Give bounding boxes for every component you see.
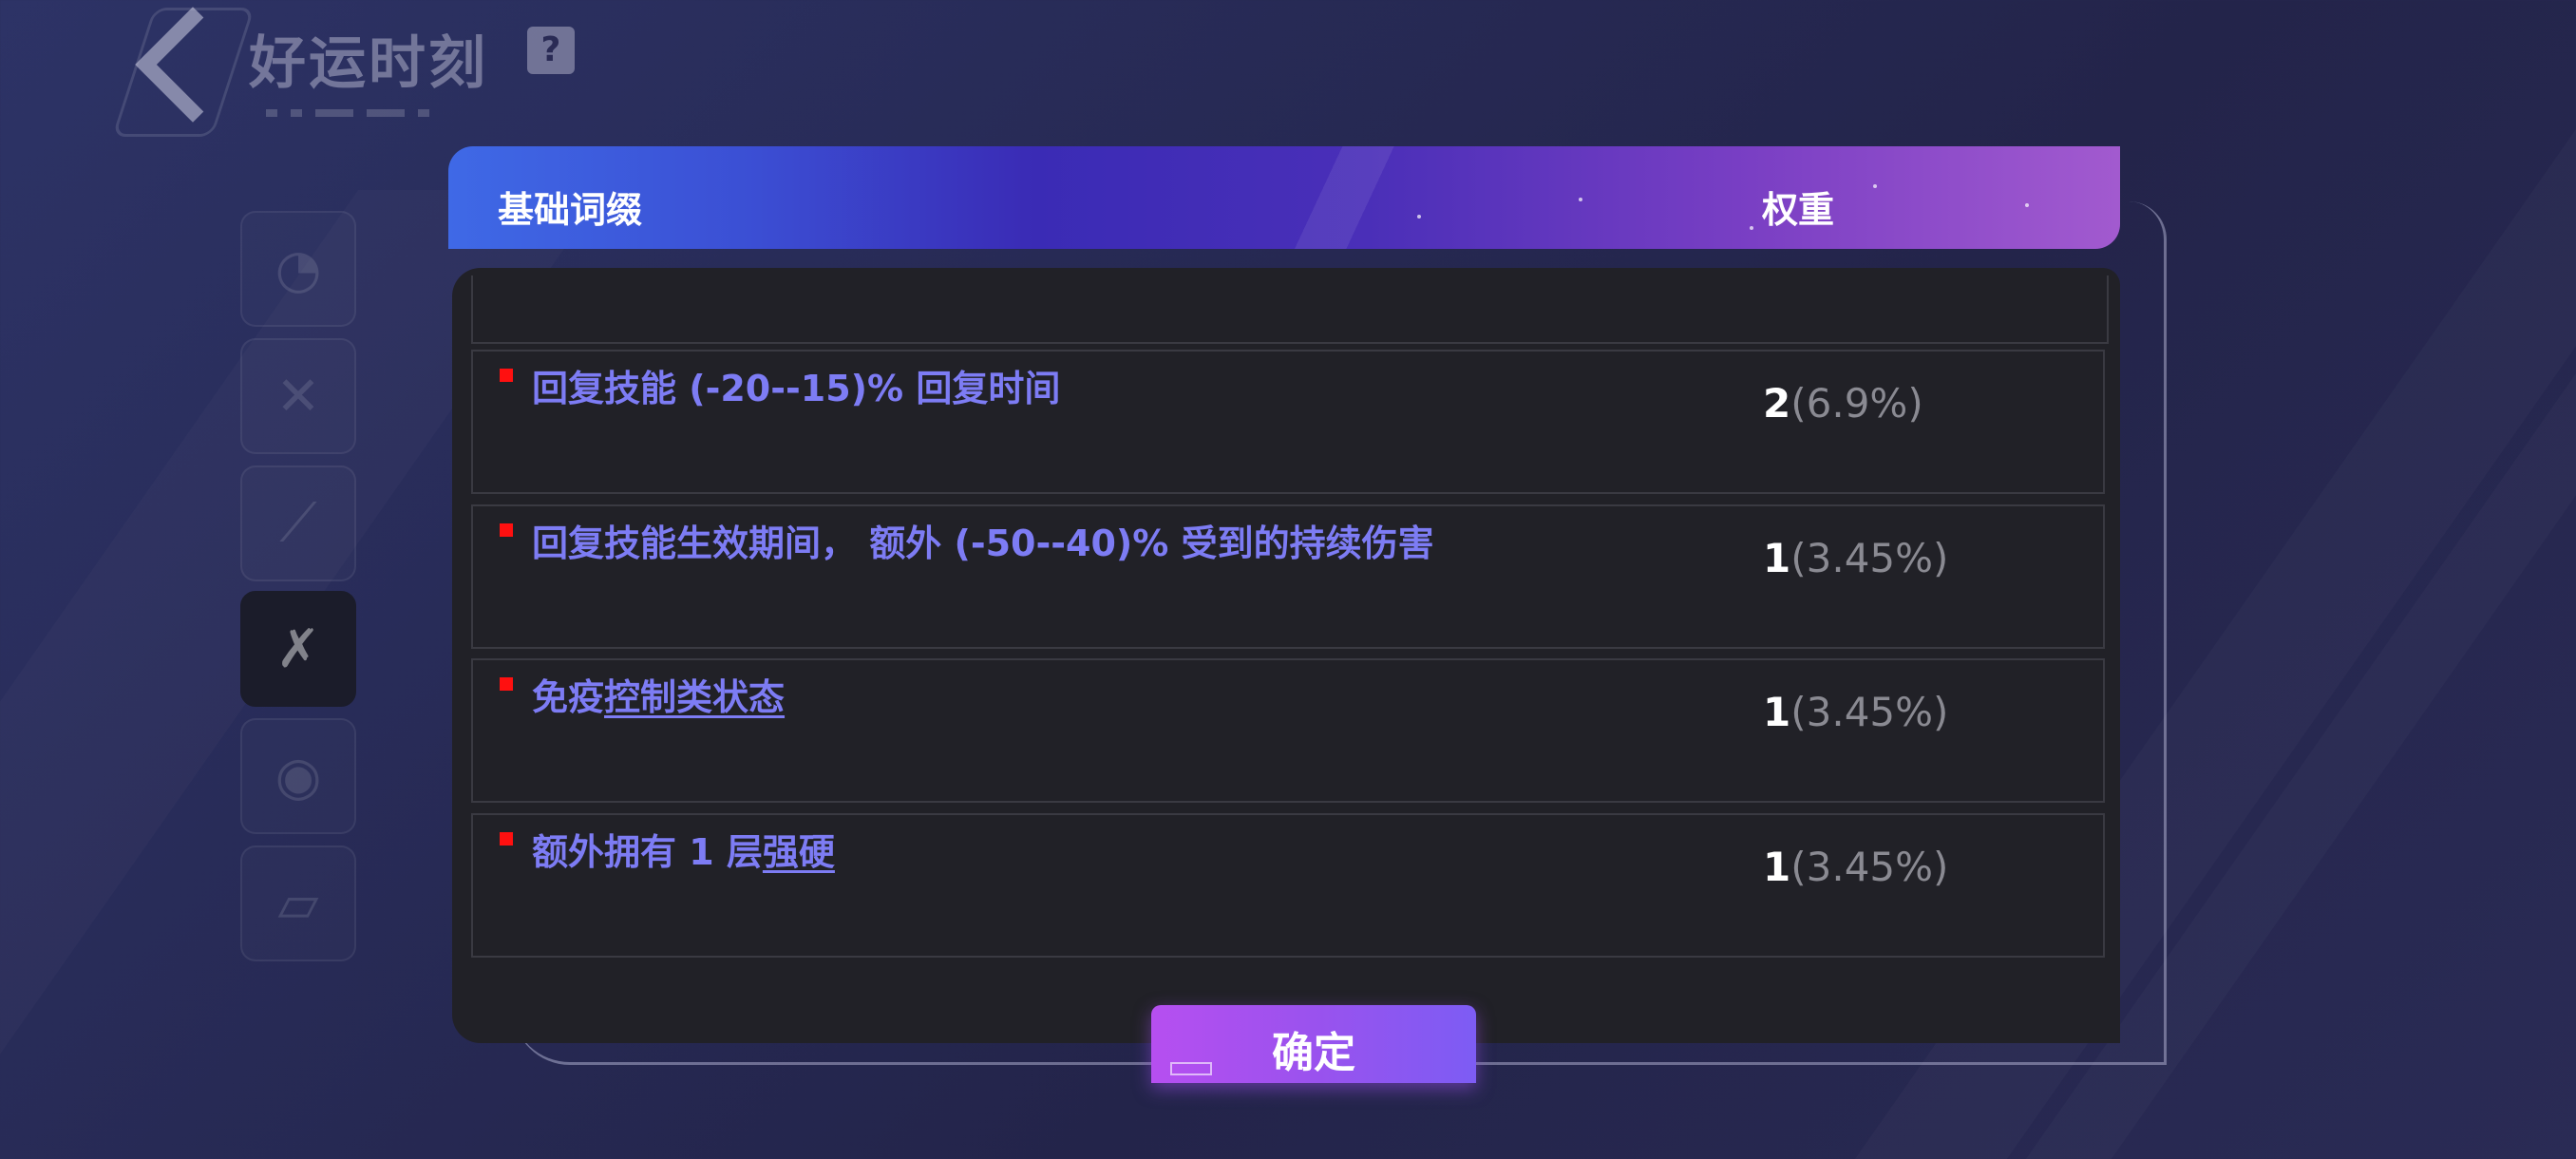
table-row: 免疫控制类状态 1(3.45%) — [471, 658, 2105, 803]
weight-number: 1 — [1763, 535, 1791, 581]
side-tab-1[interactable]: ◔ — [240, 211, 356, 327]
weight-number: 1 — [1763, 844, 1791, 890]
weight-percent: (6.9%) — [1790, 380, 1923, 427]
weight-number: 2 — [1763, 380, 1791, 427]
help-icon[interactable]: ? — [527, 27, 575, 74]
sword-slash-icon: ⟋ — [279, 492, 317, 554]
button-decoration — [1170, 1062, 1212, 1075]
keyword-link[interactable]: 控制类状态 — [604, 676, 785, 718]
weight-percent: (3.45%) — [1790, 844, 1949, 890]
weight-value: 1(3.45%) — [1763, 844, 1948, 890]
table-row: 额外拥有 1 层强硬 1(3.45%) — [471, 813, 2105, 958]
affix-description: 回复技能 (-20--15)% 回复时间 — [532, 359, 1060, 411]
affix-text: 回复技能生效期间， 额外 (-50--40)% 受到的持续伤害 — [532, 522, 1434, 564]
sword-cross-icon: ✕ — [275, 365, 321, 428]
affix-text: 回复技能 (-20--15)% 回复时间 — [532, 368, 1061, 409]
weight-number: 1 — [1763, 689, 1791, 735]
side-tab-4[interactable]: ✗ — [240, 591, 356, 707]
side-tab-3[interactable]: ⟋ — [240, 466, 356, 581]
title-decoration — [266, 103, 446, 117]
page-title: 好运时刻 — [249, 30, 488, 97]
weight-percent: (3.45%) — [1790, 689, 1949, 735]
bullet-icon — [500, 369, 513, 382]
column-header-weight: 权重 — [1762, 189, 1835, 231]
vortex-icon: ◉ — [275, 745, 322, 808]
table-row: 回复技能生效期间， 额外 (-50--40)% 受到的持续伤害 1(3.45%) — [471, 504, 2105, 649]
affix-text: 额外拥有 1 层 — [532, 831, 763, 873]
bullet-icon — [500, 677, 513, 691]
side-tab-6[interactable]: ▱ — [240, 846, 356, 961]
table-header — [448, 146, 2120, 249]
weight-value: 1(3.45%) — [1763, 535, 1948, 581]
weight-value: 1(3.45%) — [1763, 689, 1948, 735]
affix-description: 额外拥有 1 层强硬 — [532, 823, 835, 875]
table-row-partial — [471, 276, 2109, 344]
side-tab-2[interactable]: ✕ — [240, 338, 356, 454]
affix-text: 免疫 — [532, 676, 605, 718]
weight-value: 2(6.9%) — [1763, 380, 1923, 427]
confirm-button[interactable]: 确定 — [1151, 1005, 1476, 1083]
swirl-icon: ◔ — [275, 238, 322, 300]
bullet-icon — [500, 523, 513, 537]
sword-crossed-active-icon: ✗ — [275, 618, 321, 680]
column-header-affix: 基础词缀 — [498, 189, 643, 231]
card-icon: ▱ — [277, 872, 319, 935]
bullet-icon — [500, 832, 513, 846]
side-tab-5[interactable]: ◉ — [240, 718, 356, 834]
keyword-link[interactable]: 强硬 — [763, 831, 835, 873]
affix-description: 免疫控制类状态 — [532, 668, 785, 720]
affix-description: 回复技能生效期间， 额外 (-50--40)% 受到的持续伤害 — [532, 514, 1434, 566]
table-row: 回复技能 (-20--15)% 回复时间 2(6.9%) — [471, 350, 2105, 494]
weight-percent: (3.45%) — [1790, 535, 1949, 581]
